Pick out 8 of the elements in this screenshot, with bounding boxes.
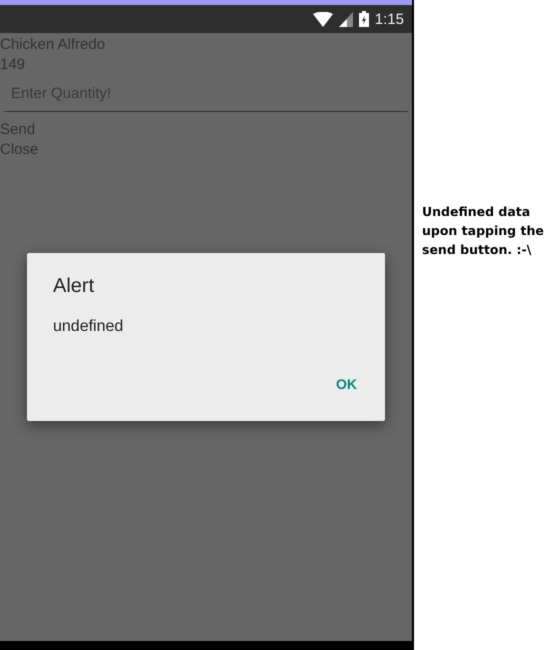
battery-icon: [358, 11, 369, 27]
ok-button[interactable]: OK: [326, 372, 367, 396]
wifi-icon: [312, 12, 333, 26]
signal-icon: [338, 12, 353, 26]
annotation-text: Undefined data upon tapping the send button. :-\: [422, 203, 545, 259]
status-time: 1:15: [374, 10, 404, 28]
dialog-title: Alert: [53, 275, 94, 298]
dialog-message: undefined: [53, 318, 124, 336]
